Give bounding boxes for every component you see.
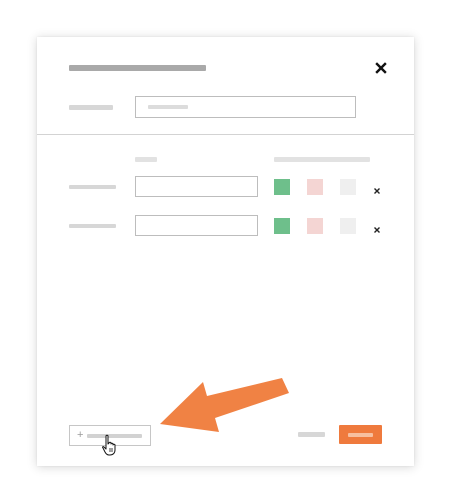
edit-dialog: + [37, 37, 414, 466]
save-button-label [348, 433, 373, 437]
color-swatch-gray[interactable] [340, 218, 356, 234]
close-button[interactable] [372, 59, 390, 77]
row-delete-button[interactable] [372, 222, 382, 233]
color-swatch-pink[interactable] [307, 218, 323, 234]
name-input-placeholder [148, 105, 188, 109]
cancel-button[interactable] [298, 432, 325, 437]
column-header-value [135, 157, 157, 162]
hand-pointer-icon [102, 434, 116, 456]
color-swatch-gray[interactable] [340, 179, 356, 195]
dialog-title [69, 65, 206, 71]
save-button[interactable] [339, 425, 382, 444]
column-header-colors [274, 157, 370, 162]
close-icon [374, 188, 380, 194]
row-value-input[interactable] [135, 215, 258, 236]
name-input[interactable] [135, 96, 356, 118]
color-swatch-green[interactable] [274, 218, 290, 234]
close-icon [374, 227, 380, 233]
plus-icon: + [77, 429, 84, 441]
screenshot-stage: + [0, 0, 450, 503]
row-label [69, 185, 116, 189]
row-label [69, 224, 116, 228]
row-value-input[interactable] [135, 176, 258, 197]
row-delete-button[interactable] [372, 183, 382, 194]
color-swatch-green[interactable] [274, 179, 290, 195]
section-divider [37, 134, 414, 135]
close-icon [375, 62, 387, 74]
name-label [69, 105, 113, 110]
color-swatch-pink[interactable] [307, 179, 323, 195]
